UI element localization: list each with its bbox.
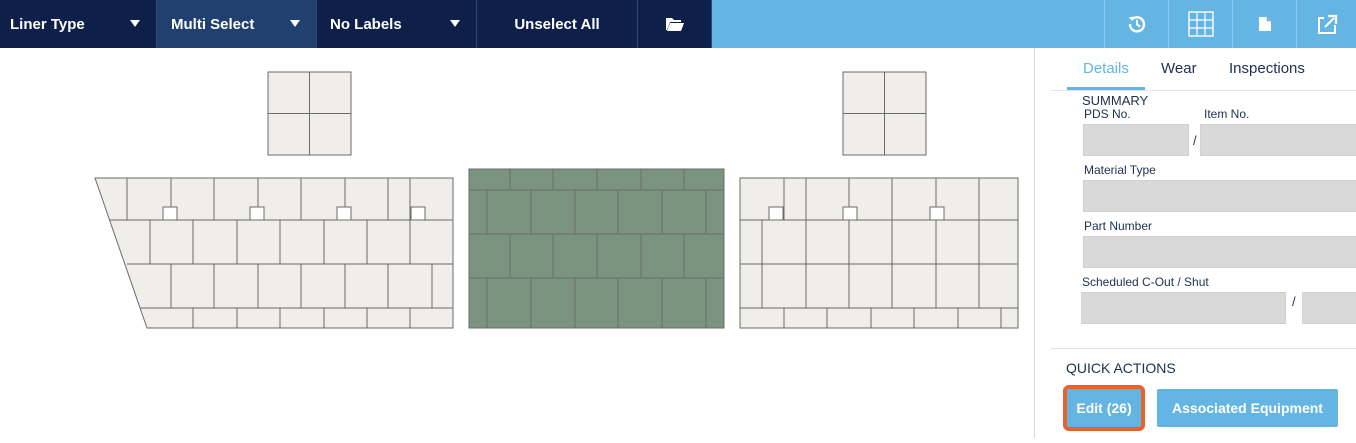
scheduled-cout-field[interactable] bbox=[1081, 292, 1286, 324]
document-icon bbox=[1259, 17, 1271, 31]
tabs-divider bbox=[1051, 90, 1356, 91]
caret-down-icon bbox=[290, 20, 300, 27]
liner-type-dropdown[interactable]: Liner Type bbox=[0, 0, 157, 48]
pds-no-field[interactable] bbox=[1083, 124, 1189, 156]
scheduled-separator: / bbox=[1292, 294, 1296, 309]
associated-equipment-button[interactable]: Associated Equipment bbox=[1157, 389, 1338, 427]
tab-inspections[interactable]: Inspections bbox=[1229, 60, 1305, 77]
liner-tile[interactable] bbox=[842, 113, 885, 156]
details-panel: Details Wear Inspections SUMMARY PDS No.… bbox=[1034, 48, 1356, 438]
quick-actions-divider bbox=[1051, 348, 1356, 349]
open-folder-button[interactable] bbox=[638, 0, 712, 48]
lifter-slot[interactable] bbox=[929, 206, 945, 221]
material-type-field[interactable] bbox=[1083, 180, 1356, 212]
tab-details[interactable]: Details bbox=[1083, 60, 1129, 77]
part-number-field[interactable] bbox=[1083, 236, 1356, 268]
unselect-all-label: Unselect All bbox=[514, 15, 600, 33]
liner-type-label: Liner Type bbox=[10, 15, 85, 33]
multi-select-label: Multi Select bbox=[171, 15, 255, 33]
unselect-all-button[interactable]: Unselect All bbox=[477, 0, 638, 48]
lifter-slot[interactable] bbox=[336, 206, 352, 221]
liner-panel-right[interactable] bbox=[739, 177, 1019, 329]
document-button[interactable] bbox=[1232, 0, 1297, 48]
export-button[interactable] bbox=[1296, 0, 1356, 48]
part-number-label: Part Number bbox=[1084, 219, 1153, 233]
grid-icon bbox=[1188, 11, 1214, 37]
associated-equipment-label: Associated Equipment bbox=[1172, 400, 1323, 416]
multi-select-dropdown[interactable]: Multi Select bbox=[157, 0, 317, 48]
toolbar: Liner Type Multi Select No Labels Unsele… bbox=[0, 0, 1356, 48]
export-icon bbox=[1318, 14, 1338, 34]
liner-layout-canvas bbox=[0, 48, 1034, 438]
liner-diagram bbox=[94, 71, 1019, 329]
summary-title: SUMMARY bbox=[1082, 93, 1149, 108]
lifter-slot[interactable] bbox=[410, 206, 426, 221]
pds-no-label: PDS No. bbox=[1084, 107, 1131, 121]
edit-button[interactable]: Edit (26) bbox=[1063, 385, 1145, 431]
folder-open-icon bbox=[665, 18, 684, 31]
scheduled-shut-field[interactable] bbox=[1302, 292, 1356, 324]
tab-wear[interactable]: Wear bbox=[1161, 60, 1197, 77]
grid-button[interactable] bbox=[1168, 0, 1233, 48]
caret-down-icon bbox=[130, 20, 140, 27]
history-button[interactable] bbox=[1104, 0, 1169, 48]
liner-tile[interactable] bbox=[884, 113, 927, 156]
scheduled-label: Scheduled C-Out / Shut bbox=[1082, 275, 1209, 289]
liner-tile[interactable] bbox=[309, 71, 352, 114]
lifter-slot[interactable] bbox=[249, 206, 265, 221]
item-no-label: Item No. bbox=[1204, 107, 1250, 121]
labels-label: No Labels bbox=[330, 15, 402, 33]
material-type-label: Material Type bbox=[1084, 163, 1156, 177]
edit-button-label: Edit (26) bbox=[1076, 400, 1132, 416]
lifter-slot[interactable] bbox=[768, 206, 784, 221]
caret-down-icon bbox=[450, 20, 460, 27]
labels-dropdown[interactable]: No Labels bbox=[317, 0, 477, 48]
history-icon bbox=[1128, 16, 1146, 33]
liner-tile[interactable] bbox=[842, 71, 885, 114]
liner-tile[interactable] bbox=[267, 71, 310, 114]
lifter-slot[interactable] bbox=[842, 206, 858, 221]
item-no-field[interactable] bbox=[1200, 124, 1356, 156]
liner-tile[interactable] bbox=[309, 113, 352, 156]
pds-item-separator: / bbox=[1193, 133, 1197, 148]
lifter-slot[interactable] bbox=[162, 206, 178, 221]
quick-actions-title: QUICK ACTIONS bbox=[1066, 360, 1176, 376]
liner-tile[interactable] bbox=[267, 113, 310, 156]
liner-tile[interactable] bbox=[884, 71, 927, 114]
liner-panel-left[interactable] bbox=[94, 177, 454, 329]
